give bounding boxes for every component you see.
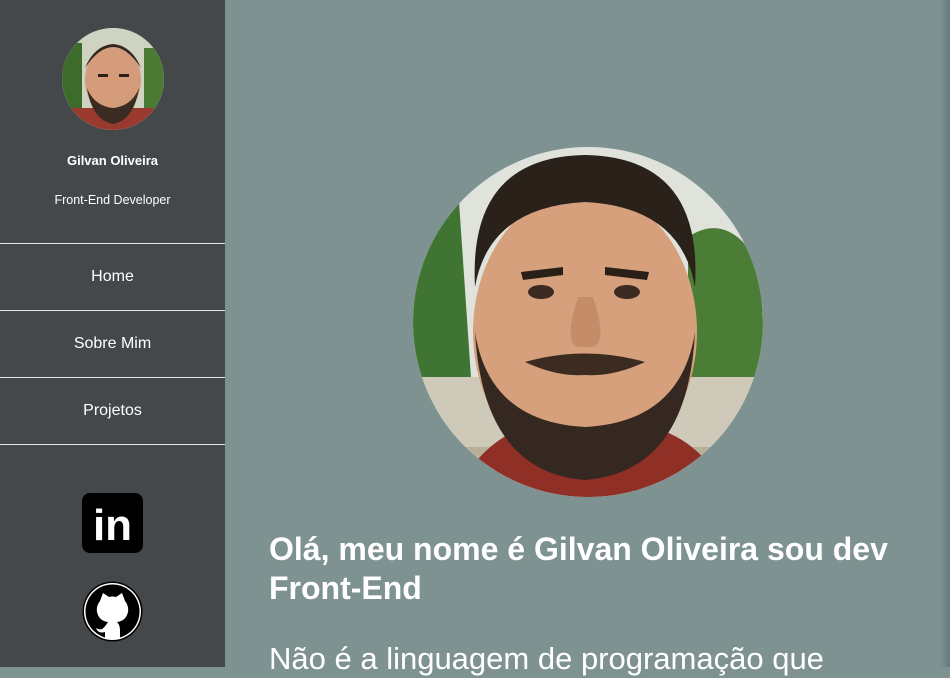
hero-headline: Olá, meu nome é Gilvan Oliveira sou dev …	[269, 531, 888, 606]
profile-avatar	[62, 28, 164, 130]
hero-intro-text: Não é a linguagem de programação que	[269, 641, 824, 676]
nav-item-sobre-mim[interactable]: Sobre Mim	[0, 310, 225, 377]
linkedin-icon[interactable]: in	[82, 493, 143, 553]
profile-name: Gilvan Oliveira	[66, 153, 159, 168]
main-content: Olá, meu nome é Gilvan Oliveira sou dev …	[225, 0, 950, 676]
nav-item-home[interactable]: Home	[0, 243, 225, 310]
scroll-edge-shadow	[940, 0, 950, 667]
hero-profile-photo	[413, 147, 763, 497]
svg-text:in: in	[93, 501, 132, 550]
nav-item-projetos[interactable]: Projetos	[0, 377, 225, 445]
github-icon[interactable]	[82, 581, 143, 642]
profile-role: Front-End Developer	[54, 193, 171, 207]
sidebar-nav: Home Sobre Mim Projetos	[0, 243, 225, 445]
sidebar: Gilvan Oliveira Front-End Developer Home…	[0, 0, 225, 667]
